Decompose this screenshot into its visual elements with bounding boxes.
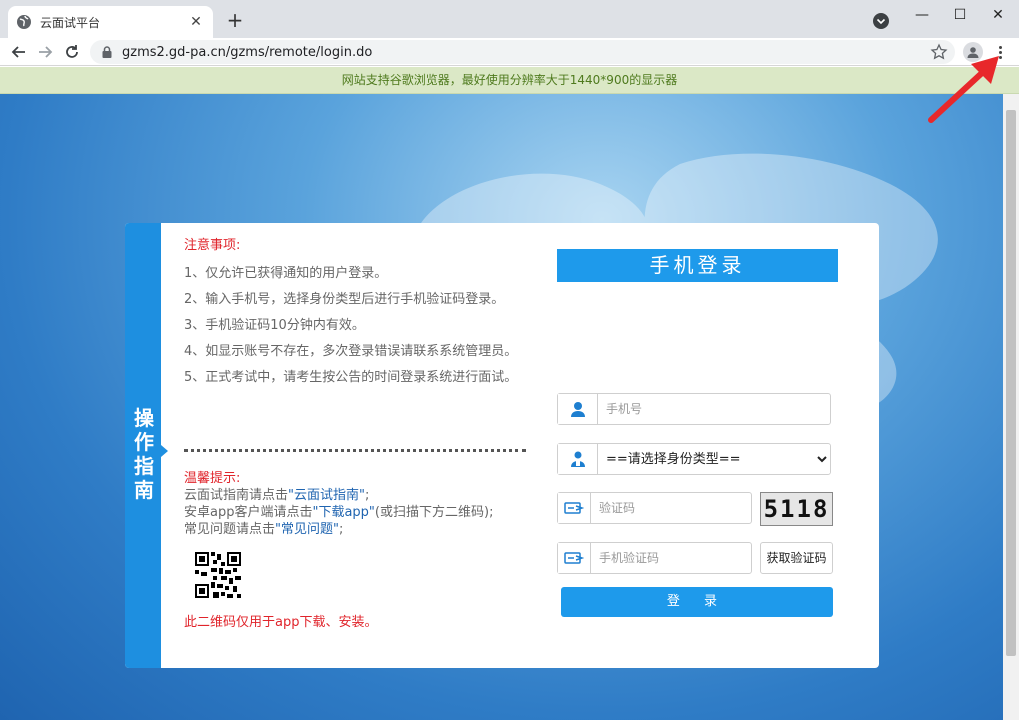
sms-code-input[interactable]: [591, 544, 751, 572]
tip-text: 常见问题请点击: [184, 522, 276, 537]
login-button[interactable]: 登 录: [561, 587, 833, 617]
reload-icon: [66, 45, 78, 58]
key-card-icon: [564, 502, 584, 514]
phone-field-icon-box: [558, 394, 598, 424]
back-arrow-icon: [11, 46, 25, 58]
forward-button[interactable]: [34, 41, 56, 63]
qr-note: 此二维码仅用于app下载、安装。: [184, 615, 378, 630]
identity-field: ==请选择身份类型==: [557, 443, 831, 475]
captcha-input[interactable]: [591, 494, 751, 522]
tab-search-icon[interactable]: [872, 12, 890, 30]
tip-guide-line: 云面试指南请点击"云面试指南";: [184, 487, 529, 504]
back-button[interactable]: [8, 41, 30, 63]
lock-icon[interactable]: [100, 45, 114, 59]
guide-label: 操作指南: [134, 406, 154, 502]
new-tab-button[interactable]: +: [222, 8, 248, 34]
download-app-link[interactable]: "下载app": [312, 505, 374, 520]
sms-card-icon: [564, 552, 584, 564]
id-person-icon: [570, 451, 585, 467]
app-qr-code: [195, 552, 241, 598]
red-pointer-arrow-icon: [928, 56, 999, 123]
captcha-image[interactable]: 5118: [760, 492, 833, 526]
login-card: 操作指南 注意事项: 1、仅允许已获得通知的用户登录。 2、输入手机号，选择身份…: [125, 223, 879, 668]
globe-icon: [17, 15, 31, 29]
address-bar[interactable]: gzms2.gd-pa.cn/gzms/remote/login.do: [90, 40, 955, 64]
captcha-field: [557, 492, 752, 524]
tip-text: ;: [338, 522, 344, 537]
tips-section: 温馨提示: 云面试指南请点击"云面试指南"; 安卓app客户端请点击"下载app…: [184, 470, 529, 538]
forward-arrow-icon: [39, 46, 53, 58]
tip-text: ;: [364, 488, 370, 503]
tip-text: 安卓app客户端请点击: [184, 505, 313, 520]
sms-field-icon-box: [558, 543, 591, 573]
section-divider: [184, 449, 526, 452]
browser-toolbar: gzms2.gd-pa.cn/gzms/remote/login.do: [0, 38, 1019, 66]
note-item: 1、仅允许已获得通知的用户登录。: [184, 266, 388, 281]
note-item: 4、如显示账号不存在，多次登录错误请联系系统管理员。: [184, 344, 518, 359]
tip-text: 云面试指南请点击: [184, 488, 289, 503]
identity-field-icon-box: [558, 444, 598, 474]
tip-faq-line: 常见问题请点击"常见问题";: [184, 521, 529, 538]
phone-input[interactable]: [598, 395, 830, 423]
captcha-field-icon-box: [558, 493, 591, 523]
sms-code-field: [557, 542, 752, 574]
maximize-button[interactable]: ☐: [941, 0, 979, 30]
note-item: 2、输入手机号，选择身份类型后进行手机验证码登录。: [184, 292, 505, 307]
tab-title: 云面试平台: [40, 15, 101, 30]
reload-button[interactable]: [61, 41, 83, 63]
tip-text: (或扫描下方二维码);: [374, 505, 494, 520]
tip-app-line: 安卓app客户端请点击"下载app"(或扫描下方二维码);: [184, 504, 529, 521]
scrollbar-thumb[interactable]: [1006, 110, 1016, 656]
phone-field: [557, 393, 831, 425]
login-heading: 手机登录: [557, 249, 838, 282]
notes-title: 注意事项:: [184, 238, 241, 253]
guide-link[interactable]: "云面试指南": [288, 488, 365, 503]
tips-title: 温馨提示:: [184, 471, 241, 486]
notes-section: 注意事项: 1、仅允许已获得通知的用户登录。 2、输入手机号，选择身份类型后进行…: [184, 234, 529, 395]
faq-link[interactable]: "常见问题": [275, 522, 339, 537]
user-icon: [570, 402, 585, 417]
identity-select[interactable]: ==请选择身份类型==: [598, 445, 830, 473]
note-item: 3、手机验证码10分钟内有效。: [184, 318, 365, 333]
page-background: 操作指南 注意事项: 1、仅允许已获得通知的用户登录。 2、输入手机号，选择身份…: [0, 94, 1003, 720]
get-sms-code-button[interactable]: 获取验证码: [760, 542, 833, 574]
guide-sidebar[interactable]: 操作指南: [125, 223, 161, 668]
tab-strip: 云面试平台 ✕ + — ☐ ✕: [0, 0, 1019, 38]
browser-support-notice: 网站支持谷歌浏览器，最好使用分辨率大于1440*900的显示器: [0, 67, 1019, 94]
window-close-button[interactable]: ✕: [979, 0, 1017, 30]
minimize-button[interactable]: —: [903, 0, 941, 30]
url-text: gzms2.gd-pa.cn/gzms/remote/login.do: [122, 44, 373, 60]
tab-close-icon[interactable]: ✕: [187, 14, 205, 30]
guide-pointer-icon: [161, 445, 168, 457]
note-item: 5、正式考试中，请考生按公告的时间登录系统进行面试。: [184, 370, 518, 385]
browser-tab[interactable]: 云面试平台 ✕: [8, 6, 213, 38]
